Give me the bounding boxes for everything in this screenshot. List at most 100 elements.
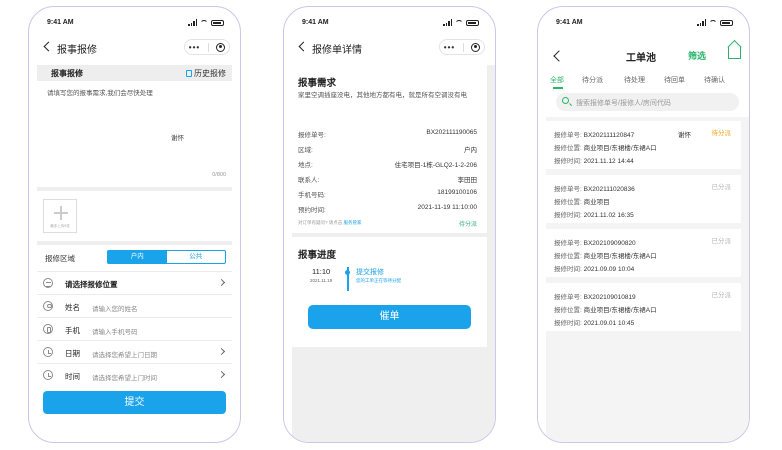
home-icon[interactable] [728, 47, 741, 59]
tab-pending-reply[interactable]: 待回单 [664, 75, 685, 85]
status-time: 9:41 AM [556, 19, 583, 26]
mini-program-capsule[interactable]: ••• [184, 39, 230, 55]
tab-pending-handle[interactable]: 待处理 [624, 75, 645, 85]
tab-pending-assign[interactable]: 待分派 [582, 75, 603, 85]
section-label: 报事报修 [51, 69, 83, 78]
status-badge: 待分派 [458, 222, 477, 228]
more-icon[interactable]: ••• [189, 43, 200, 52]
back-icon[interactable] [296, 40, 310, 54]
progress-sub: 您的工单正在等待分配 [356, 278, 401, 283]
progress-status: 提交报修 [356, 269, 384, 276]
order-number: BX202111190065 [426, 129, 477, 136]
area-option-public[interactable]: 公共 [167, 251, 226, 263]
clock-icon [43, 370, 53, 380]
status-time: 9:41 AM [302, 19, 329, 26]
repair-detail-screen: 9:41 AM 报修单详情 ••• 报事需求 家里空调插座没电，其他地方都有电，… [283, 6, 496, 443]
watermark: 谢怀 [678, 132, 691, 139]
filter-button[interactable]: 筛选 [688, 49, 706, 62]
document-icon [186, 70, 192, 77]
signal-icon [697, 19, 706, 26]
plus-icon [54, 206, 68, 220]
phone-icon [43, 324, 53, 334]
urge-button[interactable]: 催单 [308, 305, 471, 329]
submit-button[interactable]: 提交 [43, 391, 226, 414]
history-label: 历史报修 [194, 69, 226, 78]
area-option-indoor[interactable]: 户内 [108, 251, 167, 263]
location-list-icon [43, 278, 53, 288]
person-icon [43, 301, 53, 311]
back-icon[interactable] [552, 50, 564, 62]
detail-footer: 对订单有疑问? 请点击 服务管家 待分派 [298, 220, 477, 228]
nav-bar: 报事报修 ••• [29, 37, 240, 59]
close-target-icon[interactable] [216, 42, 226, 52]
demand-title: 报事需求 [298, 78, 337, 89]
description-textarea[interactable]: 请填写您的报事需求,我们会尽快处理 [47, 87, 153, 97]
battery-icon [211, 19, 224, 26]
search-input[interactable]: 搜索报修单号/报修人/房间代码 [556, 93, 739, 111]
close-target-icon[interactable] [471, 42, 481, 52]
page-title: 报事报修 [57, 45, 97, 56]
divider [37, 187, 232, 191]
time-picker[interactable]: 请选择您希望上门时间 [92, 372, 157, 382]
back-icon[interactable] [41, 40, 55, 54]
area-row: 报修区域 户内 公共 [45, 249, 226, 265]
chevron-right-icon [217, 347, 226, 356]
progress-time: 11:10 [312, 267, 331, 276]
status-badge: 已分派 [711, 184, 732, 191]
nav-bar: 工单池 筛选 [538, 47, 749, 67]
order-card[interactable]: 已分派 报修单号: BX202111020836 报修位置: 商业项目 报修时间… [546, 175, 741, 223]
order-card[interactable]: 已分派 报修单号: BX202109010819 报修位置: 商业项目/东裙楼/… [546, 283, 741, 331]
name-field[interactable]: 姓名 请输入您的姓名 [37, 294, 232, 317]
status-badge: 待分派 [711, 130, 732, 137]
demand-text: 家里空调插座没电，其他地方都有电，就是所有空调没有电 [298, 92, 467, 99]
service-manager-link[interactable]: 服务管家 [344, 220, 362, 225]
demand-card: 报事需求 家里空调插座没电，其他地方都有电，就是所有空调没有电 报修单号: BX… [292, 65, 487, 233]
detail-row: 区域: 户内 [298, 147, 477, 154]
area-toggle: 户内 公共 [107, 250, 226, 264]
char-count: 0/800 [212, 172, 226, 178]
tab-underline [553, 87, 563, 89]
progress-card: 报事进度 11:10 2021.11.19 提交报修 您的工单正在等待分配 催单 [292, 237, 487, 347]
status-badge: 已分派 [711, 292, 732, 299]
detail-row: 手机号码: 18199100106 [298, 189, 477, 199]
order-card[interactable]: 待分派 谢怀 报修单号: BX202111120847 报修位置: 商业项目/东… [546, 121, 741, 169]
divider [37, 241, 232, 245]
work-order-pool-screen: 9:41 AM 工单池 筛选 全部 待分派 待处理 待回单 待确认 搜索报修单号… [537, 6, 750, 443]
wifi-icon [200, 19, 208, 26]
progress-title: 报事进度 [298, 250, 337, 261]
area-label: 报修区域 [45, 254, 75, 263]
upload-caption: 最多上传5张 [50, 224, 70, 228]
watermark: 谢怀 [171, 135, 184, 142]
section-header: 报事报修 历史报修 [37, 65, 232, 81]
search-icon [562, 97, 569, 104]
status-bar: 9:41 AM [43, 19, 226, 29]
mini-program-capsule[interactable]: ••• [439, 39, 485, 55]
phone-input[interactable]: 请输入手机号码 [92, 326, 138, 336]
date-picker[interactable]: 请选择您希望上门日期 [92, 349, 157, 359]
date-field[interactable]: 日期 请选择您希望上门日期 [37, 340, 232, 363]
page-title: 报修单详情 [312, 45, 362, 56]
phone-field[interactable]: 手机 请输入手机号码 [37, 317, 232, 340]
signal-icon [188, 19, 197, 26]
status-tabs: 全部 待分派 待处理 待回单 待确认 [550, 75, 741, 89]
status-bar: 9:41 AM [298, 19, 481, 29]
battery-icon [720, 19, 733, 26]
tab-pending-confirm[interactable]: 待确认 [704, 75, 725, 85]
order-list: 待分派 谢怀 报修单号: BX202111120847 报修位置: 商业项目/东… [546, 117, 749, 442]
more-icon[interactable]: ••• [444, 43, 455, 52]
location-selector[interactable]: 请选择报修位置 [37, 271, 232, 294]
name-input[interactable]: 请输入您的姓名 [92, 303, 138, 313]
detail-body: 报事需求 家里空调插座没电，其他地方都有电，就是所有空调没有电 报修单号: BX… [292, 65, 495, 442]
page-title: 工单池 [626, 53, 656, 64]
history-link[interactable]: 历史报修 [186, 68, 226, 79]
signal-icon [443, 19, 452, 26]
detail-row: 地点: 住宅项目-1栋-GLQ2-1-2-206 [298, 162, 477, 169]
order-card[interactable]: 已分派 报修单号: BX202109090820 报修位置: 商业项目/东裙楼/… [546, 229, 741, 277]
wifi-icon [709, 19, 717, 26]
timeline-dot [345, 270, 350, 275]
time-field[interactable]: 时间 请选择您希望上门时间 [37, 363, 232, 386]
detail-row: 预约时间: 2021-11-19 11:10:00 [298, 204, 477, 214]
status-badge: 已分派 [711, 238, 732, 245]
tab-all[interactable]: 全部 [550, 75, 564, 85]
upload-photo-button[interactable]: 最多上传5张 [43, 199, 77, 233]
